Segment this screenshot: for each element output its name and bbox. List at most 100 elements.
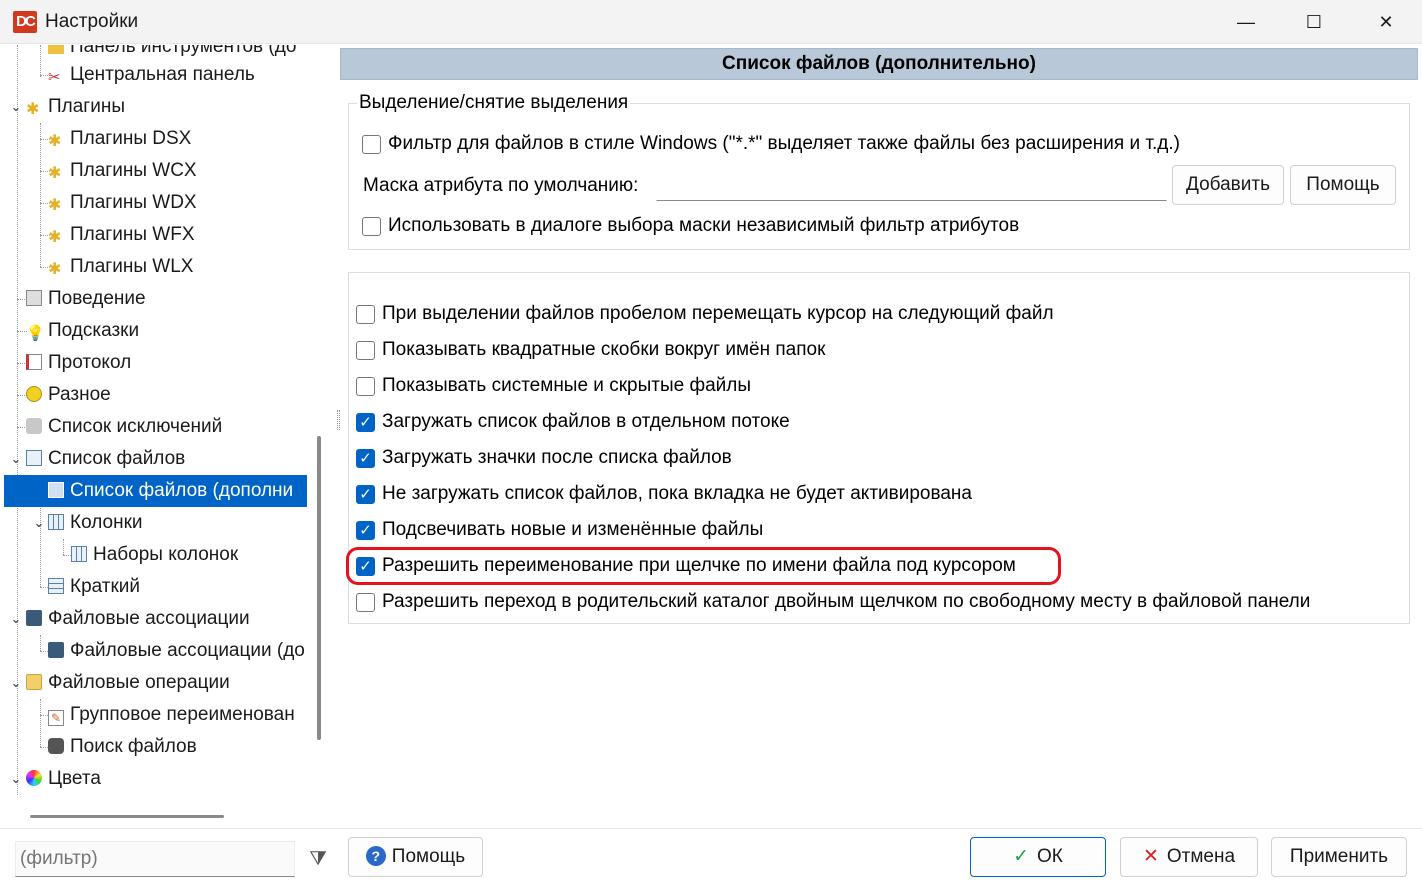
tree-item-columns[interactable]: Колонки <box>48 507 143 539</box>
tree-item-file-associations-extra[interactable]: Файловые ассоциации (до <box>48 635 305 667</box>
tree-item-brief[interactable]: Краткий <box>48 571 140 603</box>
help-icon: ? <box>365 846 386 866</box>
footer-divider <box>0 828 1422 829</box>
tree-item-plugins-wlx[interactable]: ✱ Плагины WLX <box>48 251 193 283</box>
tree-item-label: Краткий <box>70 576 141 597</box>
tree-item-plugins-wdx[interactable]: ✱ Плагины WDX <box>48 187 197 219</box>
scissors-icon: ✂ <box>48 69 61 86</box>
help-mask-button[interactable]: Помощь <box>1290 165 1396 205</box>
collapse-chevron-icon[interactable]: ⌄ <box>8 763 24 795</box>
close-button[interactable]: ✕ <box>1352 0 1420 44</box>
option-checkbox-checked[interactable]: ✓ <box>356 485 375 504</box>
tree-item-central-panel[interactable]: ✂ Центральная панель <box>48 59 255 91</box>
tree-vertical-scrollbar[interactable] <box>317 436 321 740</box>
tree-item-file-list-extra[interactable]: Список файлов (дополни <box>4 475 307 507</box>
tree-item-label: Список файлов <box>48 448 186 469</box>
tree-item-exclusions[interactable]: Список исключений <box>26 411 222 443</box>
tree-item-label: Групповое переименован <box>70 704 295 725</box>
tree-item-plugins-wcx[interactable]: ✱ Плагины WCX <box>48 155 197 187</box>
add-button[interactable]: Добавить <box>1172 165 1284 205</box>
tree-item-file-associations[interactable]: Файловые ассоциации <box>26 603 250 635</box>
title-bar: DC Настройки — ☐ ✕ <box>0 0 1422 44</box>
ok-button-label: ОК <box>1037 846 1063 867</box>
tree-item-label: Наборы колонок <box>93 544 239 565</box>
file-list-icon <box>26 450 42 466</box>
tree-item-file-list[interactable]: Список файлов <box>26 443 185 475</box>
option-checkbox[interactable] <box>356 305 375 324</box>
ok-button[interactable]: ✓ ОК <box>970 837 1106 877</box>
selection-group-title: Выделение/снятие выделения <box>357 92 631 114</box>
tree-item-plugins-dsx[interactable]: ✱ Плагины DSX <box>48 123 191 155</box>
tree-item-label: Список файлов (дополни <box>70 480 294 501</box>
tree-item-colors[interactable]: Цвета <box>26 763 101 795</box>
cancel-button-label: Отмена <box>1166 846 1236 867</box>
toolbar-icon <box>48 45 64 54</box>
tree-item-plugins[interactable]: ✱ Плагины <box>26 91 125 123</box>
tree-item-label: Колонки <box>70 512 143 533</box>
option-label: Загружать значки после списка файлов <box>382 447 732 468</box>
tree-item-plugins-wfx[interactable]: ✱ Плагины WFX <box>48 219 195 251</box>
tree-item-file-operations[interactable]: Файловые операции <box>26 667 230 699</box>
cancel-button[interactable]: ✕ Отмена <box>1120 837 1258 877</box>
windows-filter-label: Фильтр для файлов в стиле Windows ("*.*"… <box>388 133 1180 154</box>
cancel-x-icon: ✕ <box>1142 846 1159 867</box>
puzzle-icon: ✱ <box>48 229 62 246</box>
file-assoc-icon <box>48 642 64 658</box>
tree-item-log[interactable]: Протокол <box>26 347 131 379</box>
tree-item-label: Файловые операции <box>48 672 230 693</box>
tree-item-label: Плагины WLX <box>70 256 194 277</box>
option-checkbox[interactable] <box>356 377 375 396</box>
column-sets-icon <box>71 546 87 562</box>
attr-mask-label: Маска атрибута по умолчанию: <box>363 175 639 196</box>
tree-item-tooltips[interactable]: 💡 Подсказки <box>26 315 139 347</box>
columns-icon <box>48 514 64 530</box>
apply-button[interactable]: Применить <box>1271 837 1407 877</box>
option-label: Разрешить переход в родительский каталог… <box>382 591 1311 612</box>
tree-item-behavior[interactable]: Поведение <box>26 283 146 315</box>
tree-item-column-sets[interactable]: Наборы колонок <box>71 539 238 571</box>
binoculars-icon <box>48 738 64 754</box>
tree-item-label: Цвета <box>48 768 101 789</box>
tree-item-label: Протокол <box>48 352 132 373</box>
behavior-icon <box>26 290 42 306</box>
attr-mask-input[interactable] <box>656 167 1167 201</box>
minimize-button[interactable]: — <box>1212 0 1280 44</box>
tree-item-find-files[interactable]: Поиск файлов <box>48 731 197 763</box>
option-checkbox[interactable] <box>356 593 375 612</box>
option-checkbox[interactable] <box>356 341 375 360</box>
tree-horizontal-scrollbar[interactable] <box>30 815 224 818</box>
option-checkbox-checked[interactable]: ✓ <box>356 413 375 432</box>
windows-filter-checkbox[interactable] <box>362 135 381 154</box>
collapse-chevron-icon[interactable]: ⌄ <box>31 507 47 539</box>
dc-app-icon: DC <box>13 11 37 33</box>
tree-filter-input[interactable] <box>15 841 295 877</box>
window-title: Настройки <box>45 11 139 32</box>
panel-splitter[interactable] <box>337 410 340 430</box>
option-checkbox-checked[interactable]: ✓ <box>356 521 375 540</box>
tree-item-label: Плагины DSX <box>70 128 192 149</box>
independent-filter-checkbox[interactable] <box>362 217 381 236</box>
puzzle-icon: ✱ <box>48 165 62 182</box>
maximize-button[interactable]: ☐ <box>1280 0 1348 44</box>
puzzle-icon: ✱ <box>48 133 62 150</box>
collapse-chevron-icon[interactable]: ⌄ <box>8 603 24 635</box>
collapse-chevron-icon[interactable]: ⌄ <box>8 443 24 475</box>
tree-item-label: Плагины WCX <box>70 160 197 181</box>
tree-item-label: Поиск файлов <box>70 736 197 757</box>
tree-item-misc[interactable]: Разное <box>26 379 111 411</box>
option-label: Подсвечивать новые и изменённые файлы <box>382 519 764 540</box>
tree-item-label: Центральная панель <box>70 64 255 85</box>
color-wheel-icon <box>26 770 42 786</box>
collapse-chevron-icon[interactable]: ⌄ <box>8 667 24 699</box>
collapse-chevron-icon[interactable]: ⌄ <box>8 91 24 123</box>
puzzle-icon: ✱ <box>26 101 40 118</box>
tree-item-multi-rename[interactable]: ✎ Групповое переименован <box>48 699 295 731</box>
clear-filter-icon[interactable]: ⧩ <box>305 846 331 872</box>
file-list-icon <box>48 482 64 498</box>
independent-filter-label: Использовать в диалоге выбора маски неза… <box>388 215 1020 236</box>
option-checkbox-checked[interactable]: ✓ <box>356 449 375 468</box>
option-label: Не загружать список файлов, пока вкладка… <box>382 483 972 504</box>
help-button[interactable]: ? Помощь <box>348 837 483 877</box>
settings-tree[interactable]: Панель инструментов (до ✂ Центральная пан… <box>0 45 310 805</box>
help-button-label: Помощь <box>391 846 466 867</box>
